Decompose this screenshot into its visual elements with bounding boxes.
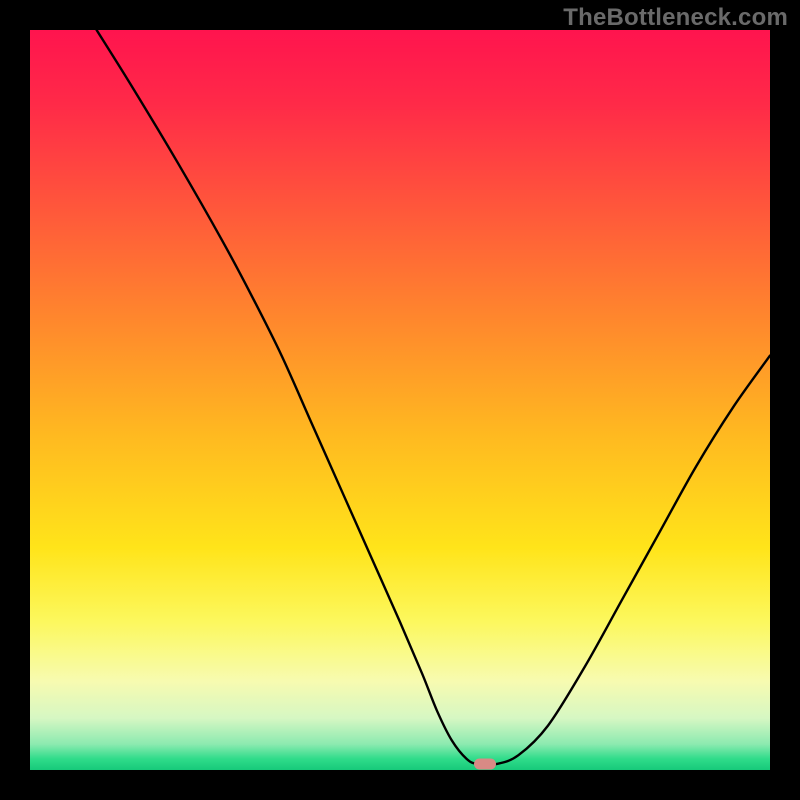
plot-area bbox=[30, 30, 770, 770]
chart-frame: TheBottleneck.com bbox=[0, 0, 800, 800]
gradient-rect bbox=[30, 30, 770, 770]
plot-svg bbox=[30, 30, 770, 770]
optimal-marker bbox=[474, 759, 496, 770]
watermark-text: TheBottleneck.com bbox=[563, 4, 788, 32]
